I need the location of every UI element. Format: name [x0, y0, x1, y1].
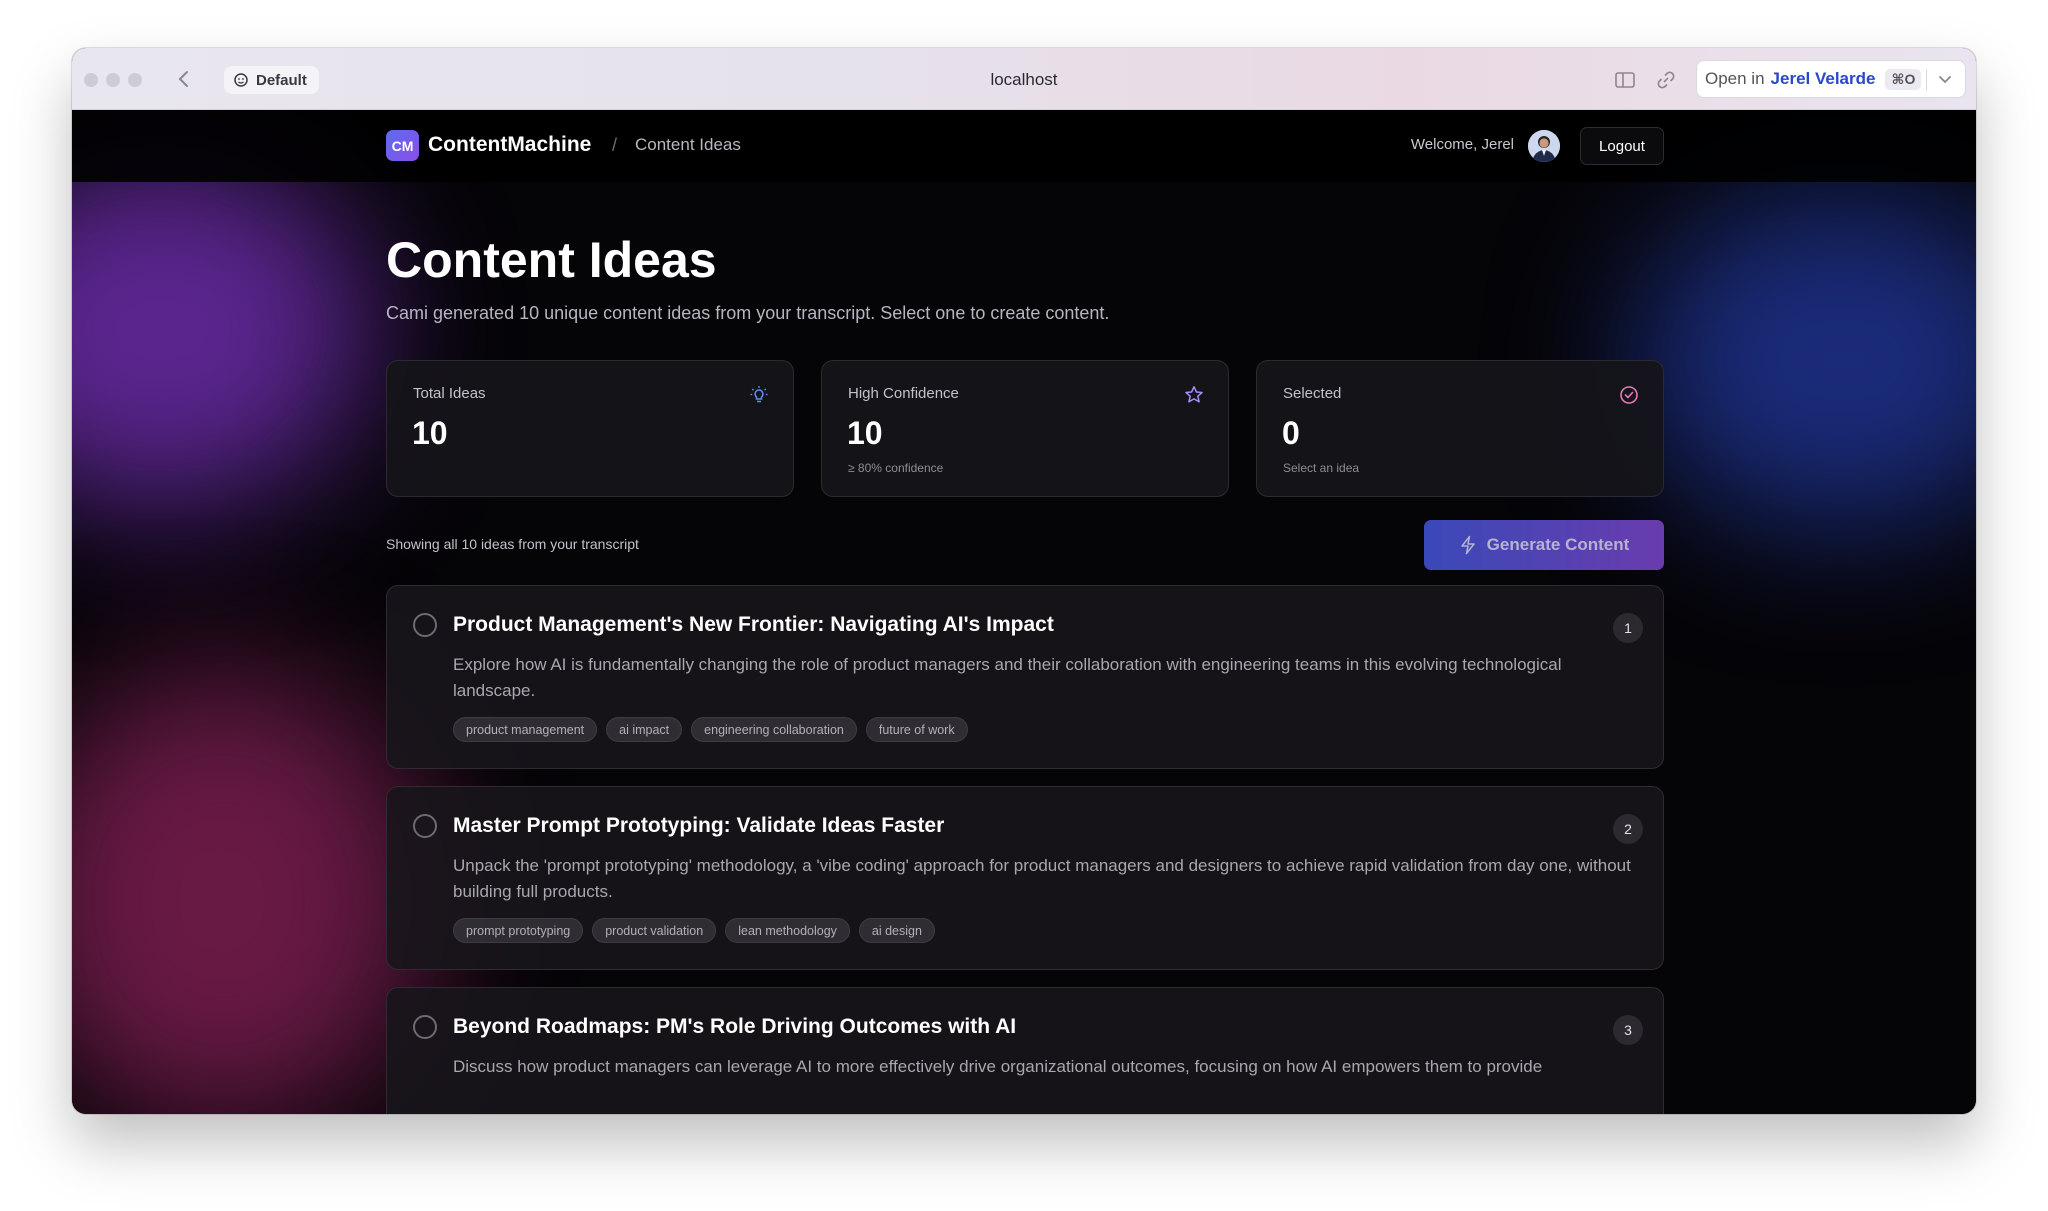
idea-description: Unpack the 'prompt prototyping' methodol… — [453, 856, 1631, 901]
star-icon — [1185, 386, 1203, 403]
tag: prompt prototyping — [453, 918, 584, 943]
brand-name[interactable]: ContentMachine — [428, 128, 591, 162]
background-glow — [72, 670, 432, 1114]
tag: future of work — [865, 717, 968, 742]
idea-card[interactable]: Product Management's New Frontier: Navig… — [386, 585, 1664, 769]
idea-card[interactable]: Beyond Roadmaps: PM's Role Driving Outco… — [386, 987, 1664, 1114]
stat-value: 10 — [847, 415, 883, 451]
tag: engineering collaboration — [691, 717, 857, 742]
open-in-shortcut: ⌘O — [1885, 68, 1922, 90]
sidebar-icon — [1615, 72, 1635, 88]
stat-label: High Confidence — [848, 385, 959, 402]
app-logo[interactable]: CM — [386, 130, 419, 161]
idea-number-badge: 3 — [1613, 1015, 1643, 1045]
divider — [1926, 69, 1927, 91]
idea-card[interactable]: Master Prompt Prototyping: Validate Idea… — [386, 786, 1664, 970]
idea-tags: prompt prototyping product validation le… — [453, 918, 935, 943]
page-subtitle: Cami generated 10 unique content ideas f… — [386, 303, 1110, 323]
browser-window: Default localhost Open in Jerel Velarde … — [72, 48, 1976, 1114]
address-bar[interactable]: localhost — [72, 66, 1976, 94]
idea-select-radio[interactable] — [413, 1015, 437, 1039]
background-glow — [1632, 190, 1976, 530]
open-in-menu-button[interactable] — [1933, 65, 1957, 95]
lightning-icon — [1460, 535, 1475, 555]
tag: ai impact — [606, 717, 683, 742]
stat-label: Total Ideas — [413, 385, 486, 402]
stat-card-high-confidence: High Confidence 10 ≥ 80% confidence — [821, 360, 1229, 497]
showing-count-text: Showing all 10 ideas from your transcrip… — [386, 536, 639, 552]
idea-description: Discuss how product managers can leverag… — [453, 1057, 1543, 1076]
breadcrumb-current: Content Ideas — [635, 135, 741, 154]
idea-title: Beyond Roadmaps: PM's Role Driving Outco… — [453, 1015, 1017, 1038]
tag: lean methodology — [725, 918, 850, 943]
link-icon — [1657, 71, 1675, 89]
idea-select-radio[interactable] — [413, 814, 437, 838]
stat-value: 0 — [1282, 415, 1300, 451]
sidebar-toggle-button[interactable] — [1612, 66, 1640, 94]
welcome-text: Welcome, Jerel — [1410, 136, 1514, 153]
idea-title: Product Management's New Frontier: Navig… — [453, 613, 1054, 636]
app-viewport: CM ContentMachine / Content Ideas Welcom… — [72, 110, 1976, 1114]
logout-button[interactable]: Logout — [1580, 127, 1664, 165]
stat-label: Selected — [1283, 385, 1342, 402]
user-avatar-icon — [1528, 130, 1560, 162]
avatar[interactable] — [1528, 130, 1560, 162]
open-in-button[interactable]: Open in Jerel Velarde ⌘O — [1696, 60, 1966, 98]
page-title: Content Ideas — [386, 232, 717, 288]
stat-note: Select an idea — [1283, 461, 1360, 475]
stat-card-selected: Selected 0 Select an idea — [1256, 360, 1664, 497]
idea-number-badge: 2 — [1613, 814, 1643, 844]
stat-note: ≥ 80% confidence — [848, 461, 944, 475]
background-glow — [72, 150, 372, 510]
browser-toolbar: Default localhost Open in Jerel Velarde … — [72, 48, 1976, 110]
open-in-name: Jerel Velarde — [1770, 69, 1876, 88]
stat-card-total-ideas: Total Ideas 10 — [386, 360, 794, 497]
idea-select-radio[interactable] — [413, 613, 437, 637]
idea-number-badge: 1 — [1613, 613, 1643, 643]
idea-description: Explore how AI is fundamentally changing… — [453, 655, 1562, 700]
stat-value: 10 — [412, 415, 448, 451]
tag: ai design — [858, 918, 935, 943]
generate-content-button[interactable]: Generate Content — [1424, 520, 1664, 570]
copy-link-button[interactable] — [1652, 66, 1680, 94]
breadcrumb-separator: / — [612, 135, 618, 155]
check-circle-icon — [1620, 386, 1638, 404]
idea-tags: product management ai impact engineering… — [453, 717, 968, 742]
lightbulb-icon — [750, 386, 768, 403]
chevron-down-icon — [1939, 76, 1951, 84]
tag: product validation — [592, 918, 717, 943]
tag: product management — [453, 717, 598, 742]
app-header: CM ContentMachine / Content Ideas Welcom… — [72, 110, 1976, 182]
generate-content-label: Generate Content — [1486, 535, 1630, 554]
open-in-prefix: Open in — [1705, 69, 1765, 88]
idea-title: Master Prompt Prototyping: Validate Idea… — [453, 814, 945, 837]
